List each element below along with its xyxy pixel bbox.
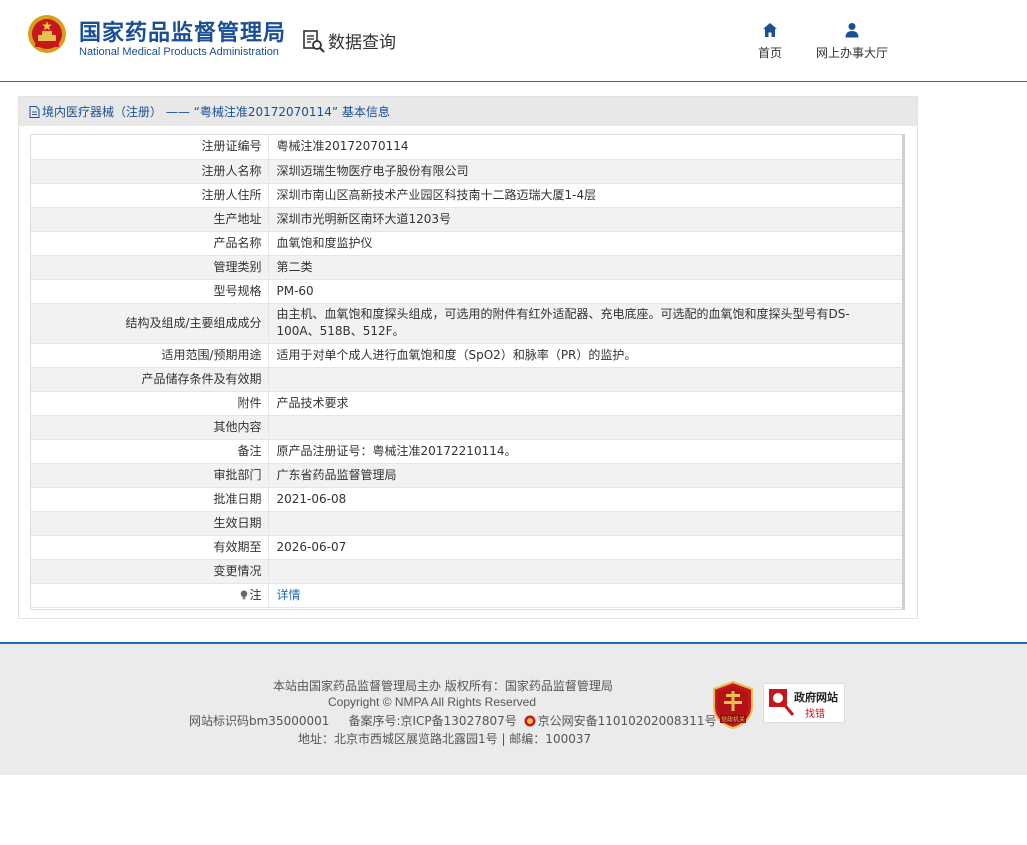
table-row: 产品名称 血氧饱和度监护仪 [31,231,902,256]
info-table-body: 注册证编号 粤械注准20172070114 注册人名称 深圳迈瑞生物医疗电子股份有限… [31,135,902,608]
info-table: 注册证编号 粤械注准20172070114 注册人名称 深圳迈瑞生物医疗电子股份有限… [31,135,902,608]
gov-site-error-report[interactable]: 政府网站 找错 [763,683,845,723]
table-row: 管理类别 第二类 [31,255,902,280]
table-row: 批准日期 2021-06-08 [31,487,902,512]
footer-sponsor: 本站由国家药品监督管理局主办 版权所有：国家药品监督管理局 [273,679,613,693]
breadcrumb: 境内医疗器械（注册） —— “粤械注准20172070114” 基本信息 [19,97,917,126]
field-label: 变更情况 [31,559,269,584]
site-header: 国家药品监督管理局 National Medical Products Admi… [0,0,1027,82]
footer-copyright: Copyright © NMPA All Rights Reserved [328,695,537,709]
table-row: 适用范围/预期用途 适用于对单个成人进行血氧饱和度（SpO2）和脉率（PR）的监护… [31,343,902,368]
breadcrumb-text: 境内医疗器械（注册） —— “粤械注准20172070114” 基本信息 [42,105,390,119]
field-label: 有效期至 [31,535,269,560]
field-label: 管理类别 [31,255,269,280]
field-value: 由主机、血氧饱和度探头组成，可选用的附件有红外适配器、充电底座。可选配的血氧饱和… [268,303,902,344]
info-table-container[interactable]: 注册证编号 粤械注准20172070114 注册人名称 深圳迈瑞生物医疗电子股份有限… [30,134,905,610]
lightbulb-icon [241,590,248,599]
details-link[interactable]: 详情 [277,588,301,602]
table-row: 其他内容 [31,415,902,440]
field-value [268,559,902,584]
table-row: 注册人住所 深圳市南山区高新技术产业园区科技南十二路迈瑞大厦1-4层 [31,183,902,208]
field-label: 生产地址 [31,207,269,232]
field-value: 深圳市南山区高新技术产业园区科技南十二路迈瑞大厦1-4层 [268,183,902,208]
field-value: PM-60 [268,279,902,304]
table-row: 生产地址 深圳市光明新区南环大道1203号 [31,207,902,232]
field-label: 适用范围/预期用途 [31,343,269,368]
party-government-seal-icon[interactable]: 党政机关 [712,681,754,729]
field-value: 2026-06-07 [268,535,902,560]
field-label: 产品名称 [31,231,269,256]
field-value: 2021-06-08 [268,487,902,512]
note-label-cell: 注 [31,583,269,608]
seal-label: 党政机关 [721,716,745,724]
table-row: 型号规格 PM-60 [31,279,902,304]
field-value: 深圳市光明新区南环大道1203号 [268,207,902,232]
field-label: 备注 [31,439,269,464]
table-row: 变更情况 [31,559,902,584]
magnifier-icon [769,689,795,716]
nav-online-hall[interactable]: 网上办事大厅 [812,22,892,61]
field-value: 粤械注准20172070114 [268,135,902,160]
field-value: 血氧饱和度监护仪 [268,231,902,256]
footer-police-link[interactable]: 京公网安备11010202008311号 [538,714,717,728]
gov-site-subtitle: 找错 [805,709,825,720]
field-value: 广东省药品监督管理局 [268,463,902,488]
field-label: 审批部门 [31,463,269,488]
table-row: 结构及组成/主要组成成分 由主机、血氧饱和度探头组成，可选用的附件有红外适配器、充… [31,303,902,344]
field-label: 其他内容 [31,415,269,440]
home-icon [763,23,777,37]
footer-registration: 网站标识码bm35000001 备案序号:京ICP备13027807号 京公网安… [189,712,716,729]
table-row: 附件 产品技术要求 [31,391,902,416]
field-value: 适用于对单个成人进行血氧饱和度（SpO2）和脉率（PR）的监护。 [268,343,902,368]
table-row: 产品储存条件及有效期 [31,367,902,392]
document-search-icon [303,29,325,53]
data-query-link[interactable]: 数据查询 [302,28,396,53]
field-label: 注 [249,587,262,602]
field-value: 第二类 [268,255,902,280]
field-value [268,367,902,392]
field-label: 附件 [31,391,269,416]
nav-home-label: 首页 [757,46,782,60]
data-query-label: 数据查询 [328,33,396,53]
field-label: 注册证编号 [31,135,269,160]
table-row: 有效期至 2026-06-07 [31,535,902,560]
field-label: 产品储存条件及有效期 [31,367,269,392]
field-value: 原产品注册证号：粤械注准20172210114。 [268,439,902,464]
document-icon [29,105,40,118]
field-label: 结构及组成/主要组成成分 [31,303,269,344]
field-value [268,415,902,440]
gov-site-title: 政府网站 [794,691,838,704]
footer-site-id: 网站标识码bm35000001 [189,714,330,728]
table-row: 生效日期 [31,511,902,536]
national-emblem-icon[interactable] [27,14,67,54]
footer-address: 地址：北京市西城区展览路北露园1号 | 邮编：100037 [298,732,592,746]
field-label: 注册人名称 [31,159,269,184]
site-footer: 本站由国家药品监督管理局主办 版权所有：国家药品监督管理局 Copyright … [0,642,1027,775]
field-value: 产品技术要求 [268,391,902,416]
site-title-cn[interactable]: 国家药品监督管理局 [79,15,286,47]
footer-icp-link[interactable]: 备案序号:京ICP备13027807号 [348,714,516,728]
basic-info-panel: 境内医疗器械（注册） —— “粤械注准20172070114” 基本信息 注册证… [18,96,918,619]
field-value [268,511,902,536]
table-row: 注 详情 [31,583,902,608]
nav-home[interactable]: 首页 [752,22,788,61]
field-label: 生效日期 [31,511,269,536]
user-icon [845,23,859,38]
nav-online-hall-label: 网上办事大厅 [815,46,888,60]
table-row: 审批部门 广东省药品监督管理局 [31,463,902,488]
table-row: 注册证编号 粤械注准20172070114 [31,135,902,160]
note-value-cell: 详情 [268,583,902,608]
site-title-en[interactable]: National Medical Products Administration [79,46,279,58]
field-label: 注册人住所 [31,183,269,208]
field-label: 型号规格 [31,279,269,304]
field-label: 批准日期 [31,487,269,512]
field-value: 深圳迈瑞生物医疗电子股份有限公司 [268,159,902,184]
police-badge-icon [524,715,536,727]
table-row: 注册人名称 深圳迈瑞生物医疗电子股份有限公司 [31,159,902,184]
table-row: 备注 原产品注册证号：粤械注准20172210114。 [31,439,902,464]
